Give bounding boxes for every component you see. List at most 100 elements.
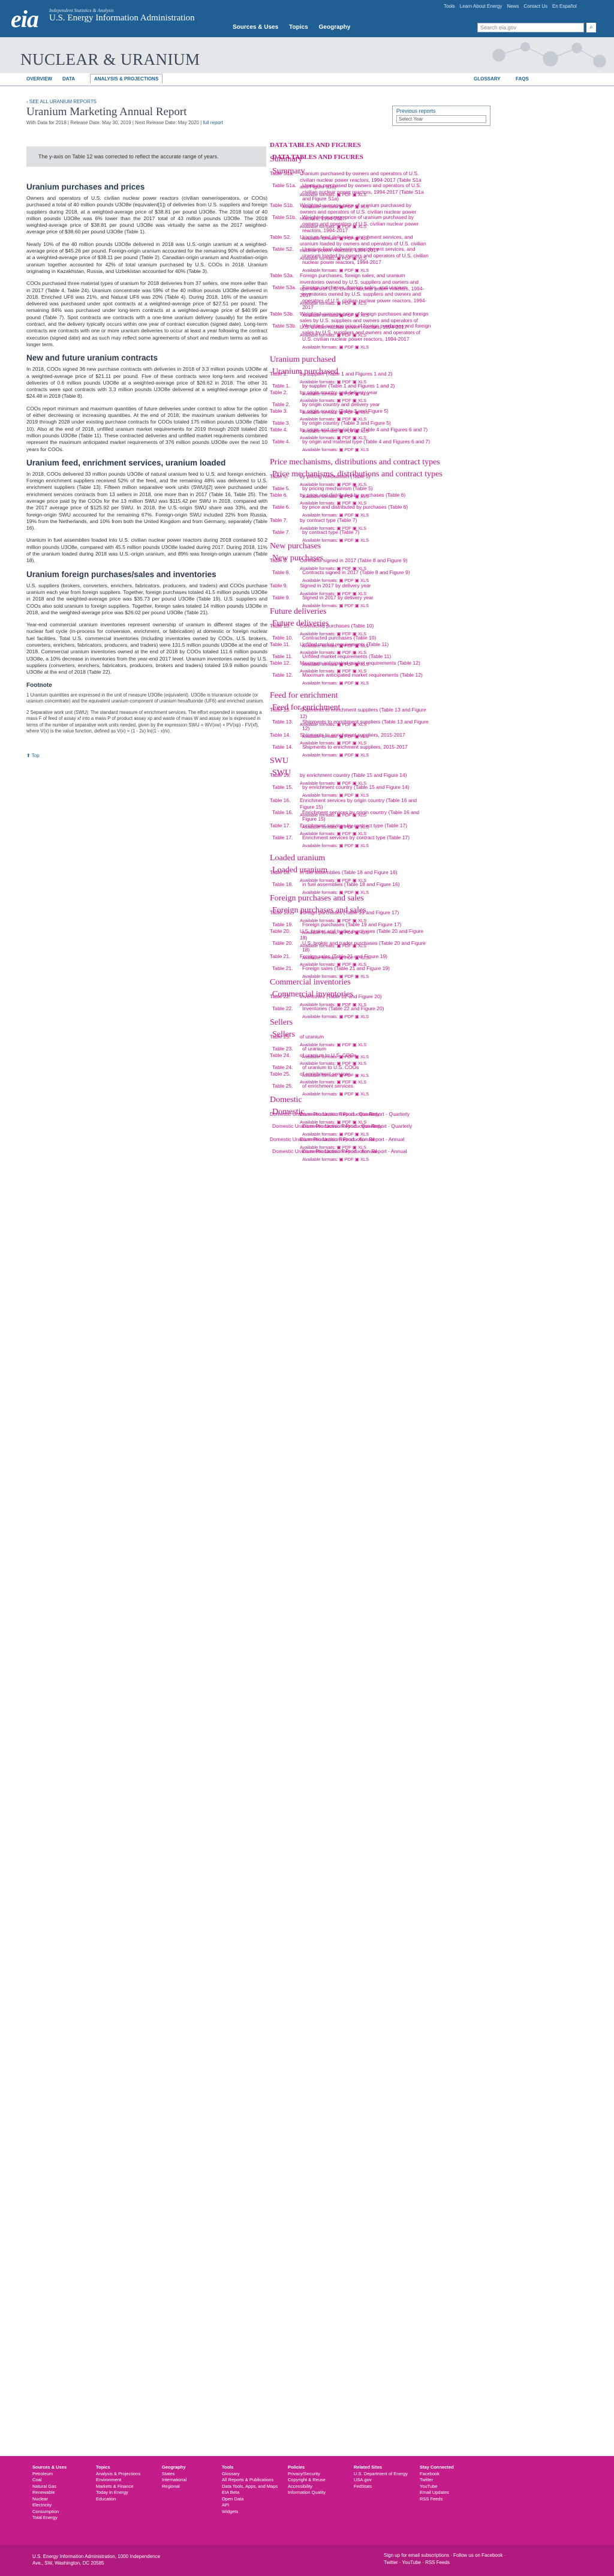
table-title-link[interactable]: Enrichment services by contract type (Ta… — [302, 834, 410, 840]
footer-link[interactable]: Privacy/Security — [288, 2471, 326, 2478]
available-formats[interactable]: Available formats: ▣ PDF ▣ XLS — [302, 842, 431, 849]
sidebar-table-item[interactable]: Table 2. by origin country and delivery y… — [272, 401, 431, 416]
footer-link[interactable]: Twitter — [420, 2477, 454, 2484]
available-formats[interactable]: Available formats: ▣ PDF ▣ XLS — [302, 661, 431, 668]
table-title-link[interactable]: by enrichment country (Table 15 and Figu… — [302, 784, 410, 790]
util-news[interactable]: News — [507, 4, 519, 9]
available-formats[interactable]: Available formats: ▣ PDF ▣ XLS — [302, 267, 431, 274]
footer-link[interactable]: All Reports & Publications — [222, 2477, 278, 2484]
available-formats[interactable]: Available formats: ▣ PDF ▣ XLS — [302, 1013, 431, 1020]
back-to-top-link[interactable]: ⬆ Top — [26, 753, 267, 758]
table-title-link[interactable]: by price and distributed by purchases (T… — [302, 504, 408, 510]
available-formats[interactable]: Available formats: ▣ PDF ▣ XLS — [302, 446, 431, 453]
available-formats[interactable]: Available formats: ▣ PDF ▣ XLS — [302, 537, 431, 544]
table-title-link[interactable]: by origin country and delivery year — [302, 401, 380, 407]
available-formats[interactable]: Available formats: ▣ PDF ▣ XLS — [302, 1091, 431, 1097]
sidebar-table-item[interactable]: Table 13. Shipments to enrichment supplie… — [272, 719, 431, 740]
table-title-link[interactable]: Weighted-average price of uranium purcha… — [302, 214, 419, 233]
search-icon[interactable]: ⌕ — [586, 23, 596, 32]
footer-link[interactable]: Glossary — [222, 2471, 278, 2478]
sidebar-table-item[interactable]: Table 5. by pricing mechanism (Table 5) Av… — [272, 485, 431, 500]
available-formats[interactable]: Available formats: ▣ PDF ▣ XLS — [302, 512, 431, 518]
footer-link[interactable]: Environment — [96, 2477, 140, 2484]
footer-link[interactable]: Total Energy — [32, 2515, 67, 2521]
available-formats[interactable]: Available formats: ▣ PDF ▣ XLS — [302, 752, 431, 758]
sidebar-table-item[interactable]: Table S3a. Foreign purchases, foreign sal… — [272, 284, 431, 319]
table-title-link[interactable]: Maximum anticipated market requirements … — [302, 672, 423, 678]
available-formats[interactable]: Available formats: ▣ PDF ▣ XLS — [302, 954, 431, 961]
util-learn[interactable]: Learn About Energy — [460, 4, 502, 9]
available-formats[interactable]: Available formats: ▣ PDF ▣ XLS — [302, 391, 431, 397]
sidebar-table-item[interactable]: Table 8. Contracts signed in 2017 (Table … — [272, 569, 431, 584]
sidebar-table-item[interactable]: Table 21. Foreign sales (Table 21 and Fig… — [272, 965, 431, 980]
footer-link[interactable]: Accessibility — [288, 2484, 326, 2490]
footer-link[interactable]: Petroleum — [32, 2471, 67, 2478]
available-formats[interactable]: Available formats: ▣ PDF ▣ XLS — [302, 1156, 431, 1163]
breadcrumb[interactable]: ‹ SEE ALL URANIUM REPORTS — [26, 99, 97, 104]
sidebar-table-item[interactable]: Table S3b. Weighted-average price of fore… — [272, 323, 431, 350]
available-formats[interactable]: Available formats: ▣ PDF ▣ XLS — [302, 973, 431, 980]
year-select[interactable]: Select Year — [396, 115, 486, 123]
table-title-link[interactable]: by pricing mechanism (Table 5) — [302, 485, 373, 491]
footer-link[interactable]: Copyright & Reuse — [288, 2477, 326, 2484]
table-title-link[interactable]: Contracted purchases (Table 10) — [302, 635, 376, 641]
sidebar-table-item[interactable]: Table 18. in fuel assemblies (Table 18 an… — [272, 881, 431, 896]
sidebar-table-item[interactable]: Table 1. by supplier (Table 1 and Figures… — [272, 383, 431, 397]
available-formats[interactable]: Available formats: ▣ PDF ▣ XLS — [302, 1072, 431, 1079]
table-title-link[interactable]: Foreign sales (Table 21 and Figure 19) — [302, 965, 390, 971]
table-title-link[interactable]: of enrichment services — [302, 1083, 353, 1089]
sidebar-table-item[interactable]: Table 11. Unfilled market requirements (T… — [272, 653, 431, 668]
available-formats[interactable]: Available formats: ▣ PDF ▣ XLS — [302, 824, 431, 830]
footer-link[interactable]: Today in Energy — [96, 2490, 140, 2496]
tab-overview[interactable]: OVERVIEW — [26, 76, 52, 82]
nav-geography[interactable]: Geography — [319, 24, 351, 31]
footer-link[interactable]: Consumption — [32, 2509, 67, 2515]
footer-link[interactable]: Education — [96, 2496, 140, 2503]
footer-link[interactable]: Data Tools, Apps, and Maps — [222, 2484, 278, 2490]
available-formats[interactable]: Available formats: ▣ PDF ▣ XLS — [302, 235, 431, 242]
sidebar-table-item[interactable]: Domestic Uranium Production Report - Qua… — [272, 1123, 431, 1137]
nav-topics[interactable]: Topics — [289, 24, 308, 31]
table-title-link[interactable]: Unfilled market requirements (Table 11) — [302, 653, 391, 659]
sidebar-table-item[interactable]: Table 24. of uranium to U.S. COOs Availabl… — [272, 1064, 431, 1079]
available-formats[interactable]: Available formats: ▣ PDF ▣ XLS — [302, 733, 431, 740]
table-title-link[interactable]: by origin country (Table 3 and Figure 5) — [302, 420, 391, 426]
util-contact[interactable]: Contact Us — [523, 4, 547, 9]
util-espanol[interactable]: En Español — [552, 4, 577, 9]
table-title-link[interactable]: Uranium purchased by owners and operator… — [302, 182, 424, 202]
sidebar-table-item[interactable]: Table S1b. Weighted-average price of uran… — [272, 214, 431, 242]
available-formats[interactable]: Available formats: ▣ PDF ▣ XLS — [302, 409, 431, 416]
table-title-link[interactable]: Shipments to enrichment suppliers (Table… — [302, 719, 429, 731]
footer-link[interactable]: International — [162, 2477, 186, 2484]
table-title-link[interactable]: Inventories (Table 22 and Figure 20) — [302, 1005, 384, 1011]
table-title-link[interactable]: Foreign purchases, foreign sales, and ur… — [302, 284, 426, 310]
sidebar-table-item[interactable]: Table 16. Enrichment services by origin c… — [272, 809, 431, 830]
eia-logo[interactable]: eia — [11, 5, 39, 33]
table-title-link[interactable]: by contract type (Table 7) — [302, 529, 359, 535]
footer-link[interactable]: FedStats — [354, 2484, 408, 2490]
footer-link[interactable]: Information Quality — [288, 2490, 326, 2496]
table-title-link[interactable]: Uranium feed deliveries, enrichment serv… — [302, 246, 429, 265]
sidebar-table-item[interactable]: Table 4. by origin and material type (Tab… — [272, 439, 431, 453]
table-title-link[interactable]: Shipments to enrichment suppliers, 2015-… — [302, 744, 408, 750]
footer-link[interactable]: States — [162, 2471, 186, 2478]
footer-link[interactable]: Electricity — [32, 2502, 67, 2509]
footer-link[interactable]: Widgets — [222, 2509, 278, 2515]
sidebar-table-item[interactable]: Table 23. of uranium Available formats: ▣ … — [272, 1046, 431, 1060]
footer-social[interactable]: Sign up for email subscriptions · Follow… — [384, 2552, 516, 2566]
sidebar-table-item[interactable]: Table 10. Contracted purchases (Table 10)… — [272, 635, 431, 649]
sidebar-table-item[interactable]: Table S2. Uranium feed deliveries, enrich… — [272, 246, 431, 274]
footer-link[interactable]: Nuclear — [32, 2496, 67, 2503]
available-formats[interactable]: Available formats: ▣ PDF ▣ XLS — [302, 203, 431, 210]
footer-link[interactable]: Markets & Finance — [96, 2484, 140, 2490]
table-title-link[interactable]: Signed in 2017 by delivery year — [302, 595, 374, 601]
tab-faqs[interactable]: FAQS — [516, 76, 529, 82]
available-formats[interactable]: Available formats: ▣ PDF ▣ XLS — [302, 344, 431, 350]
footer-link[interactable]: Renewable — [32, 2490, 67, 2496]
footer-link[interactable]: U.S. Department of Energy — [354, 2471, 408, 2478]
available-formats[interactable]: Available formats: ▣ PDF ▣ XLS — [302, 602, 431, 609]
footer-link[interactable]: EIA Beta — [222, 2490, 278, 2496]
footer-link[interactable]: USA.gov — [354, 2477, 408, 2484]
sidebar-table-item[interactable]: Table 15. by enrichment country (Table 15… — [272, 784, 431, 798]
sidebar-table-item[interactable]: Table 17. Enrichment services by contract… — [272, 834, 431, 849]
